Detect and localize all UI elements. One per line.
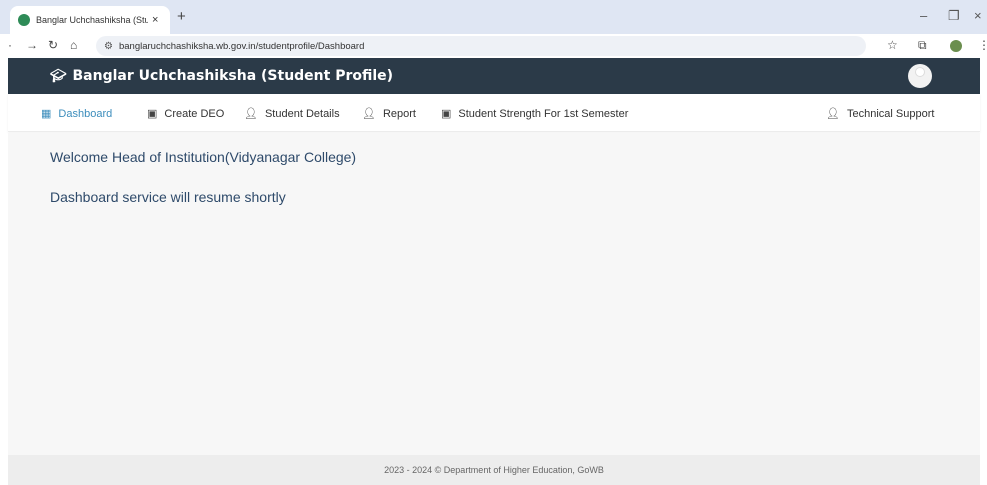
tab-title: Banglar Uchchashiksha (Studen [36, 15, 148, 25]
reload-icon[interactable]: ↻ [48, 38, 58, 52]
app-header: 🎓︎ Banglar Uchchashiksha (Student Profil… [8, 58, 980, 94]
site-info-icon[interactable]: ⚙ [104, 41, 113, 52]
browser-tabstrip: Banglar Uchchashiksha (Studen × + – ❐ × [0, 0, 987, 34]
user-icon: 👤︎ [826, 108, 840, 120]
footer: 2023 - 2024 © Department of Higher Educa… [8, 455, 980, 485]
nav-item-student-details[interactable]: 👤︎ Student Details [244, 107, 340, 121]
brand[interactable]: 🎓︎ Banglar Uchchashiksha (Student Profil… [50, 68, 393, 84]
close-tab-icon[interactable]: × [152, 14, 158, 26]
nav-label: Create DEO [164, 107, 225, 120]
minimize-icon[interactable]: – [920, 8, 927, 23]
browser-toolbar: · → ↻ ⌂ ⚙ banglaruchchashiksha.wb.gov.in… [0, 34, 987, 58]
back-icon[interactable]: · [8, 38, 12, 52]
user-icon: 👤︎ [244, 108, 258, 120]
form-icon: ▣ [147, 108, 158, 120]
user-avatar[interactable] [908, 64, 932, 88]
main-nav: ▦ Dashboard ▣ Create DEO 👤︎ Student Deta… [8, 94, 980, 132]
nav-label: Student Details [264, 107, 340, 120]
nav-item-technical-support[interactable]: 👤︎ Technical Support [826, 107, 935, 121]
nav-item-report[interactable]: 👤︎ Report [362, 107, 416, 121]
nav-label: Report [382, 107, 416, 120]
brand-title: Banglar Uchchashiksha (Student Profile) [72, 68, 394, 84]
profile-icon[interactable] [950, 40, 962, 52]
forward-icon[interactable]: → [26, 38, 38, 52]
nav-item-dashboard[interactable]: ▦ Dashboard [41, 107, 113, 121]
nav-item-create-deo[interactable]: ▣ Create DEO [147, 107, 225, 121]
nav-item-student-strength[interactable]: ▣ Student Strength For 1st Semester [441, 107, 629, 121]
nav-label: Student Strength For 1st Semester [458, 107, 629, 120]
close-window-icon[interactable]: × [974, 8, 982, 23]
site-favicon-icon [18, 14, 30, 26]
extensions-icon[interactable]: ⧉ [918, 38, 927, 53]
restore-icon[interactable]: ❐ [948, 8, 960, 24]
star-icon[interactable]: ☆ [887, 38, 898, 52]
menu-icon[interactable]: ⋮ [978, 38, 987, 52]
nav-label: Technical Support [846, 107, 935, 120]
form-icon: ▣ [441, 108, 452, 120]
url-text[interactable]: banglaruchchashiksha.wb.gov.in/studentpr… [119, 41, 364, 52]
dashboard-icon: ▦ [41, 108, 52, 120]
new-tab-button[interactable]: + [177, 8, 186, 25]
copyright-text: 2023 - 2024 © Department of Higher Educa… [384, 465, 604, 475]
nav-label: Dashboard [58, 107, 113, 120]
home-icon[interactable]: ⌂ [70, 38, 77, 52]
main-content: Welcome Head of Institution(Vidyanagar C… [8, 133, 980, 455]
browser-tab[interactable]: Banglar Uchchashiksha (Studen × [10, 6, 170, 34]
service-notice: Dashboard service will resume shortly [50, 189, 286, 205]
address-bar[interactable]: ⚙ banglaruchchashiksha.wb.gov.in/student… [96, 36, 866, 56]
graduation-cap-icon: 🎓︎ [50, 68, 67, 84]
user-icon: 👤︎ [362, 108, 376, 120]
welcome-message: Welcome Head of Institution(Vidyanagar C… [50, 149, 357, 165]
